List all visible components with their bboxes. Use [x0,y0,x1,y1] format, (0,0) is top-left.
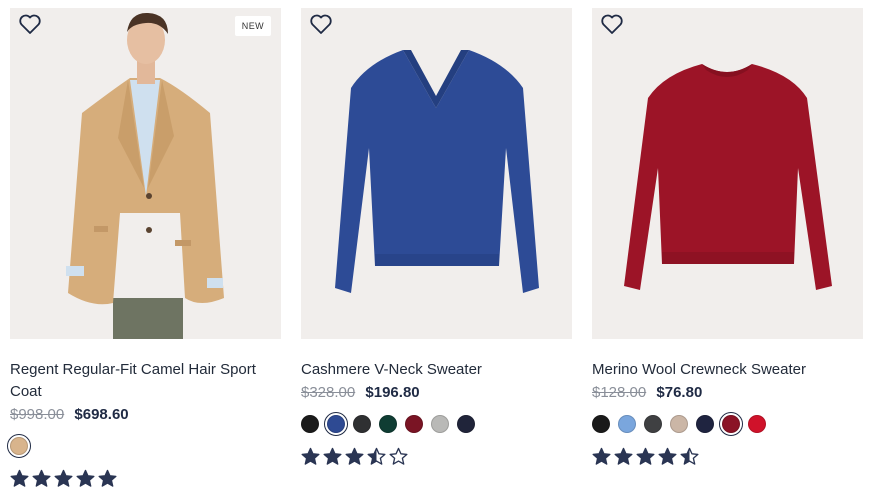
original-price: $998.00 [10,406,65,423]
product-card[interactable]: Cashmere V-Neck Sweater $328.00 $196.80 [301,8,572,466]
sale-price: $698.60 [74,406,129,423]
color-swatch[interactable] [379,415,397,433]
product-card[interactable]: Merino Wool Crewneck Sweater $128.00 $76… [592,8,863,466]
blue-vneck-sweater-image [301,8,572,339]
sale-price: $196.80 [365,384,420,401]
red-crewneck-sweater-image [592,8,863,339]
product-image[interactable] [301,8,572,339]
price-block: $128.00 $76.80 [592,383,863,403]
star-rating [10,469,281,488]
product-name[interactable]: Cashmere V-Neck Sweater [301,359,566,381]
star-full-icon [345,447,364,465]
color-swatch[interactable] [324,412,348,436]
color-swatch[interactable] [353,415,371,433]
color-swatch[interactable] [618,415,636,433]
price-block: $328.00 $196.80 [301,383,572,403]
heart-icon[interactable] [600,13,624,35]
color-swatch[interactable] [457,415,475,433]
original-price: $328.00 [301,384,356,401]
color-swatches [301,412,572,436]
star-rating [592,447,863,466]
camel-sport-coat-image [10,8,281,339]
color-swatches [592,412,863,436]
star-half-icon [680,447,699,465]
color-swatch[interactable] [670,415,688,433]
product-card[interactable]: NEW Regent Regular-Fit Camel Hair Sport … [7,8,281,488]
star-full-icon [636,447,655,465]
product-image[interactable]: NEW [10,8,281,339]
star-full-icon [301,447,320,465]
star-full-icon [76,469,95,487]
color-swatch[interactable] [719,412,743,436]
new-badge: NEW [234,16,271,36]
original-price: $128.00 [592,384,647,401]
star-full-icon [54,469,73,487]
star-full-icon [614,447,633,465]
product-name[interactable]: Regent Regular-Fit Camel Hair Sport Coat [10,359,275,403]
color-swatch[interactable] [748,415,766,433]
sale-price: $76.80 [656,384,703,401]
color-swatch[interactable] [301,415,319,433]
color-swatch[interactable] [592,415,610,433]
product-name[interactable]: Merino Wool Crewneck Sweater [592,359,857,381]
star-full-icon [98,469,117,487]
star-rating [301,447,572,466]
color-swatch[interactable] [405,415,423,433]
star-full-icon [323,447,342,465]
star-full-icon [592,447,611,465]
star-full-icon [658,447,677,465]
heart-icon[interactable] [309,13,333,35]
color-swatch[interactable] [696,415,714,433]
price-block: $998.00 $698.60 [10,405,281,425]
color-swatch[interactable] [7,434,31,458]
star-full-icon [32,469,51,487]
color-swatch[interactable] [644,415,662,433]
heart-icon[interactable] [18,13,42,35]
star-full-icon [10,469,29,487]
star-half-icon [367,447,386,465]
color-swatches [7,434,281,458]
star-empty-icon [389,447,408,465]
product-image[interactable] [592,8,863,339]
color-swatch[interactable] [431,415,449,433]
